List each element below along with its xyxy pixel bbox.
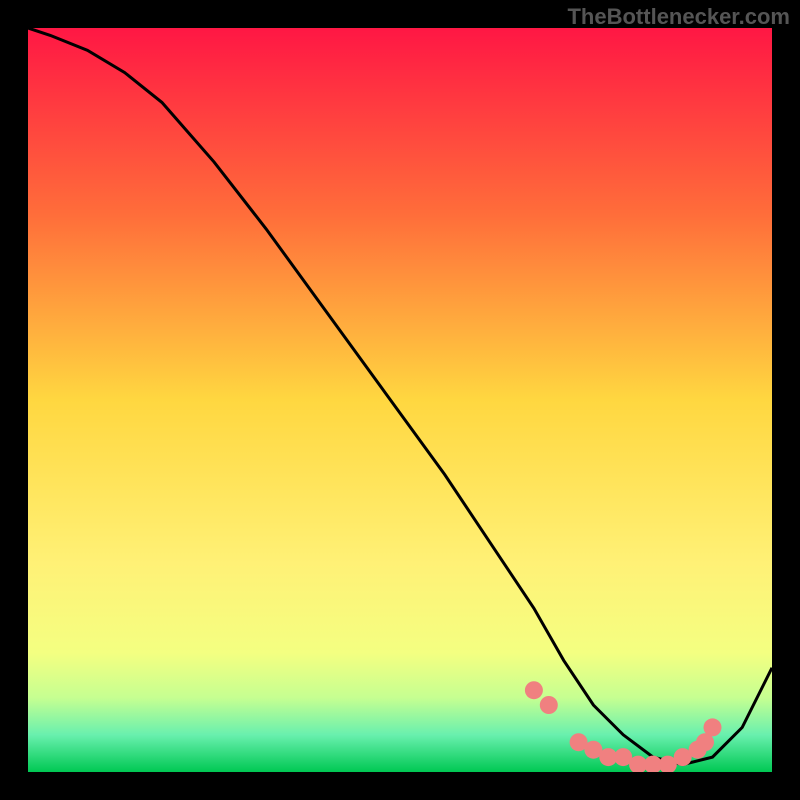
chart-svg xyxy=(28,28,772,772)
chart-background xyxy=(28,28,772,772)
plot-area xyxy=(28,28,772,772)
data-marker xyxy=(525,681,543,699)
data-marker xyxy=(540,696,558,714)
watermark-label: TheBottlenecker.com xyxy=(567,4,790,30)
chart-container: TheBottlenecker.com xyxy=(0,0,800,800)
data-marker xyxy=(704,718,722,736)
